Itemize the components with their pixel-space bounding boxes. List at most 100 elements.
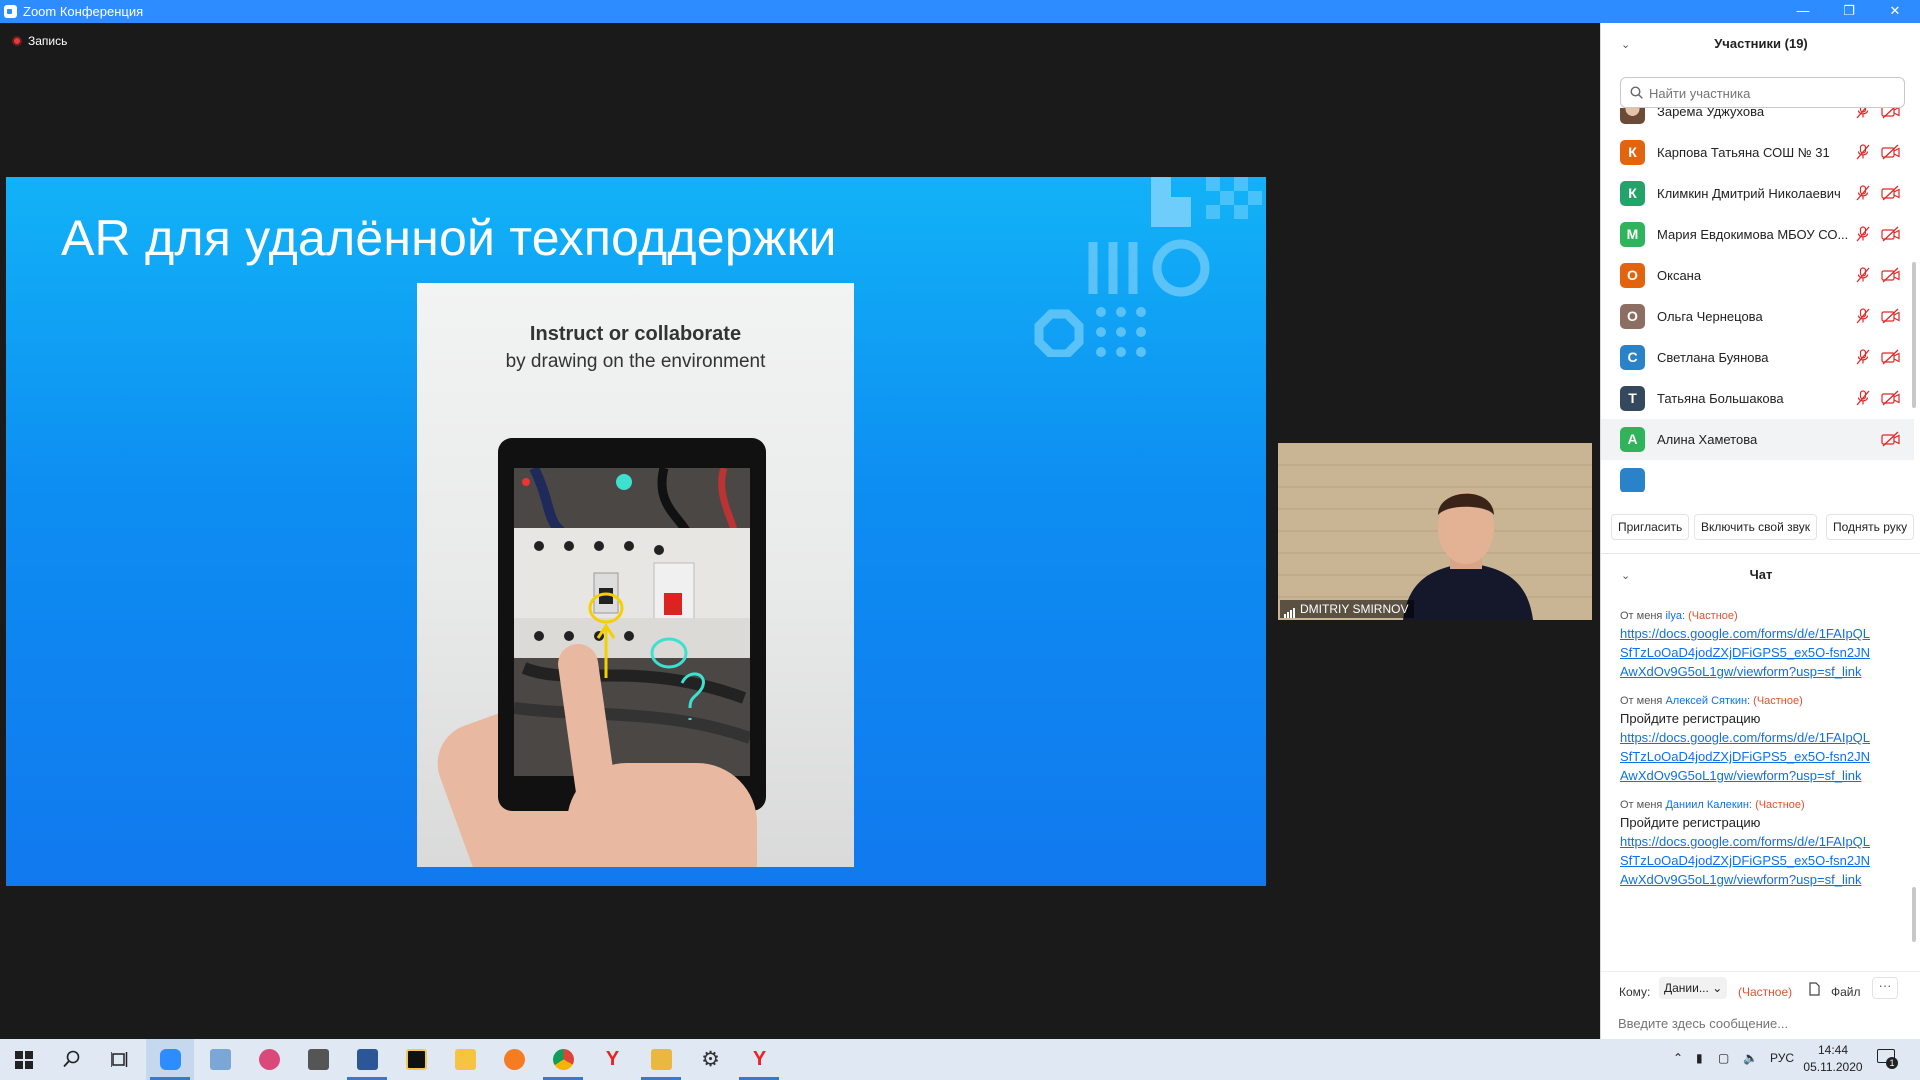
participant-row[interactable]: К Климкин Дмитрий Николаевич [1601,173,1914,214]
taskbar-search-button[interactable] [48,1039,96,1080]
video-off-icon[interactable] [1881,390,1901,406]
taskbar-clock[interactable]: 14:44 05.11.2020 [1803,1042,1863,1076]
taskbar-settings[interactable]: ⚙ [686,1039,734,1080]
taskbar-chrome[interactable] [539,1039,587,1080]
video-off-icon[interactable] [1881,267,1901,283]
taskbar-calculator[interactable] [294,1039,342,1080]
muted-mic-icon[interactable] [1855,226,1871,242]
participant-search[interactable] [1620,77,1905,108]
video-off-icon[interactable] [1881,308,1901,324]
taskbar-firefox[interactable] [490,1039,538,1080]
taskbar-remote-desktop[interactable] [196,1039,244,1080]
notifications-button[interactable]: 1 [1877,1049,1898,1069]
participant-name: Карпова Татьяна СОШ № 31 [1657,145,1830,160]
message-link[interactable]: https://docs.google.com/forms/d/e/1FAIpQ… [1620,728,1872,785]
muted-mic-icon[interactable] [1855,267,1871,283]
participant-row[interactable]: О Ольга Чернецова [1601,296,1914,337]
video-off-icon[interactable] [1881,349,1901,365]
chat-header: ⌄ Чат [1601,566,1920,586]
invite-button[interactable]: Пригласить [1611,514,1690,540]
panel-divider [1601,553,1920,554]
video-off-icon[interactable] [1881,144,1901,160]
language-indicator[interactable]: РУС [1770,1051,1794,1065]
notes-icon [455,1049,476,1070]
participant-row[interactable]: А Алина Хаметова [1601,419,1914,460]
close-button[interactable]: ✕ [1872,0,1918,23]
taskbar-file-explorer[interactable] [637,1039,685,1080]
raise-hand-button[interactable]: Поднять руку [1826,514,1915,540]
participant-avatar: К [1620,181,1645,206]
muted-mic-icon[interactable] [1855,349,1871,365]
chat-scrollbar[interactable] [1912,887,1916,942]
restore-button[interactable]: ❐ [1826,0,1872,23]
participant-row[interactable]: С Светлана Буянова [1601,337,1914,378]
notification-count: 1 [1886,1057,1898,1069]
participant-row-partial[interactable] [1601,460,1914,492]
participant-row[interactable]: О Оксана [1601,255,1914,296]
window-title: Zoom Конференция [23,4,144,19]
battery-icon[interactable]: ▮ [1696,1051,1703,1065]
message-recipient[interactable]: Алексей Сяткин: [1665,695,1750,707]
task-view-button[interactable] [96,1039,144,1080]
search-input[interactable] [1649,84,1889,102]
taskbar-paint[interactable] [245,1039,293,1080]
firefox-icon [504,1049,525,1070]
start-button[interactable] [0,1039,48,1080]
volume-icon[interactable]: 🔈 [1743,1051,1758,1065]
participant-nameplate: DMITRIY SMIRNOV [1280,600,1415,618]
video-off-icon[interactable] [1881,108,1901,119]
recording-label: Запись [28,34,68,48]
message-sender: От меня [1620,610,1663,622]
muted-mic-icon[interactable] [1855,390,1871,406]
participant-avatar: Т [1620,386,1645,411]
muted-mic-icon[interactable] [1855,185,1871,201]
photo-tablet [498,438,766,811]
participant-avatar: О [1620,263,1645,288]
recipient-dropdown[interactable]: Дании... ⌄ [1659,977,1727,999]
taskbar-yandex-browser[interactable]: Y [588,1039,636,1080]
gear-icon: ⚙ [701,1048,720,1071]
participant-avatar: К [1620,140,1645,165]
participant-row[interactable]: К Карпова Татьяна СОШ № 31 [1601,132,1914,173]
slide-photo: Instruct or collaborate by drawing on th… [417,283,854,867]
muted-mic-icon[interactable] [1855,308,1871,324]
video-off-icon[interactable] [1881,431,1901,447]
recording-icon [12,36,22,46]
taskbar-kaspersky[interactable] [392,1039,440,1080]
message-link[interactable]: https://docs.google.com/forms/d/e/1FAIpQ… [1620,832,1872,889]
taskbar-zoom[interactable] [146,1039,194,1080]
search-icon [63,1050,80,1068]
taskbar-notes[interactable] [441,1039,489,1080]
chat-messages: От меня ilya: (Частное) https://docs.goo… [1620,609,1900,962]
muted-mic-icon[interactable] [1855,108,1871,119]
muted-mic-icon[interactable] [1855,144,1871,160]
participant-name: Оксана [1657,268,1702,283]
tray-expand-icon[interactable]: ⌃ [1673,1051,1683,1065]
chat-message-input[interactable] [1618,1013,1898,1033]
unmute-self-button[interactable]: Включить свой звук [1694,514,1817,540]
participant-row[interactable]: Зарема Уджухова [1601,108,1914,132]
message-recipient[interactable]: ilya: [1665,610,1685,622]
minimize-button[interactable]: — [1780,0,1826,23]
message-recipient[interactable]: Даниил Калекин: [1665,799,1752,811]
participant-video-thumbnail[interactable]: DMITRIY SMIRNOV [1278,443,1592,620]
photo-right-hand [567,763,757,867]
participant-avatar: С [1620,345,1645,370]
windows-taskbar: Y ⚙ Y ⌃ ▮ ▢ 🔈 РУС 14:44 05.11.2020 1 [0,1039,1920,1080]
taskbar-yandex-browser-2[interactable]: Y [735,1039,783,1080]
recording-indicator[interactable]: Запись [12,34,67,52]
more-options-button[interactable]: ··· [1872,977,1898,999]
video-off-icon[interactable] [1881,185,1901,201]
participant-row[interactable]: Т Татьяна Большакова [1601,378,1914,419]
video-off-icon[interactable] [1881,226,1901,242]
participants-scrollbar[interactable] [1912,262,1916,408]
paint-icon [259,1049,280,1070]
participant-row[interactable]: М Мария Евдокимова МБОУ СО... [1601,214,1914,255]
message-text: Пройдите регистрацию [1620,815,1761,830]
file-button[interactable]: Файл [1831,985,1861,999]
file-icon[interactable] [1809,982,1820,996]
message-link[interactable]: https://docs.google.com/forms/d/e/1FAIpQ… [1620,624,1872,681]
chat-message: От меня ilya: (Частное) https://docs.goo… [1620,609,1900,681]
network-icon[interactable]: ▢ [1718,1051,1729,1065]
taskbar-word[interactable] [343,1039,391,1080]
